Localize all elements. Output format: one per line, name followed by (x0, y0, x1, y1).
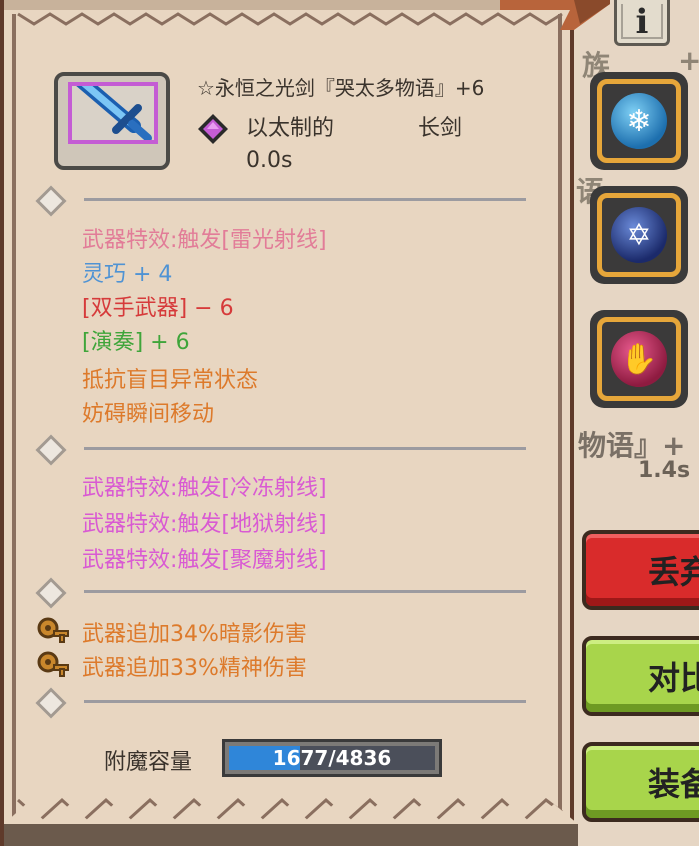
enchant-value: 1677/4836 (272, 746, 392, 770)
item-material: 以太制的 (246, 116, 335, 141)
compare-button[interactable]: 对比 (582, 636, 699, 716)
stat-line: 武器特效:触发[地狱射线] (82, 512, 327, 537)
panel-bottom-border (4, 797, 578, 846)
stat-line: [演奏] + 6 (82, 330, 190, 355)
equip-button[interactable]: 装备 (582, 742, 699, 822)
section-divider (32, 577, 528, 609)
claw-icon: ✋ (611, 331, 667, 387)
item-type: 长剑 (418, 116, 463, 141)
info-button[interactable]: i (614, 0, 670, 46)
panel-roof-corner (500, 0, 610, 30)
skill-slot-star[interactable]: ✡ (590, 186, 688, 284)
skill-slot-claw[interactable]: ✋ (590, 310, 688, 408)
stat-line: 抵抗盲目异常状态 (82, 368, 259, 393)
snowflake-icon: ❄ (611, 93, 667, 149)
background-text: 1.4s (638, 458, 691, 483)
item-title: ☆永恒之光剑『哭太多物语』+6 (197, 76, 485, 100)
panel-top-border (4, 0, 578, 26)
stat-line: 武器特效:触发[雷光射线] (82, 228, 327, 253)
stat-line: 武器特效:触发[冷冻射线] (82, 476, 327, 501)
stat-line: 妨碍瞬间移动 (82, 402, 215, 427)
key-icon (37, 651, 69, 677)
enchant-capacity-bar: 1677/4836 (222, 739, 442, 777)
key-icon (37, 617, 69, 643)
item-time: 0.0s (246, 148, 293, 173)
sword-icon (76, 86, 152, 140)
section-divider (32, 185, 528, 217)
item-icon-frame[interactable] (54, 72, 170, 170)
info-icon: i (635, 1, 649, 42)
stat-line: 武器追加33%精神伤害 (82, 656, 307, 681)
rarity-gem-icon (198, 114, 228, 144)
section-divider (32, 687, 528, 719)
stat-line: 灵巧 + 4 (82, 262, 173, 287)
stat-line: 武器追加34%暗影伤害 (82, 622, 307, 647)
item-detail-panel: ☆永恒之光剑『哭太多物语』+6 以太制的 长剑 0.0s 武器特效:触发[雷光射… (0, 0, 578, 846)
stat-line: 武器特效:触发[聚魔射线] (82, 548, 327, 573)
section-divider (32, 434, 528, 466)
enchant-label: 附魔容量 (104, 750, 193, 775)
skill-slot-frost[interactable]: ❄ (590, 72, 688, 170)
star-icon: ✡ (611, 207, 667, 263)
discard-button[interactable]: 丢弃 (582, 530, 699, 610)
background-text: +3 (678, 44, 699, 77)
stat-line: [双手武器] − 6 (82, 296, 234, 321)
